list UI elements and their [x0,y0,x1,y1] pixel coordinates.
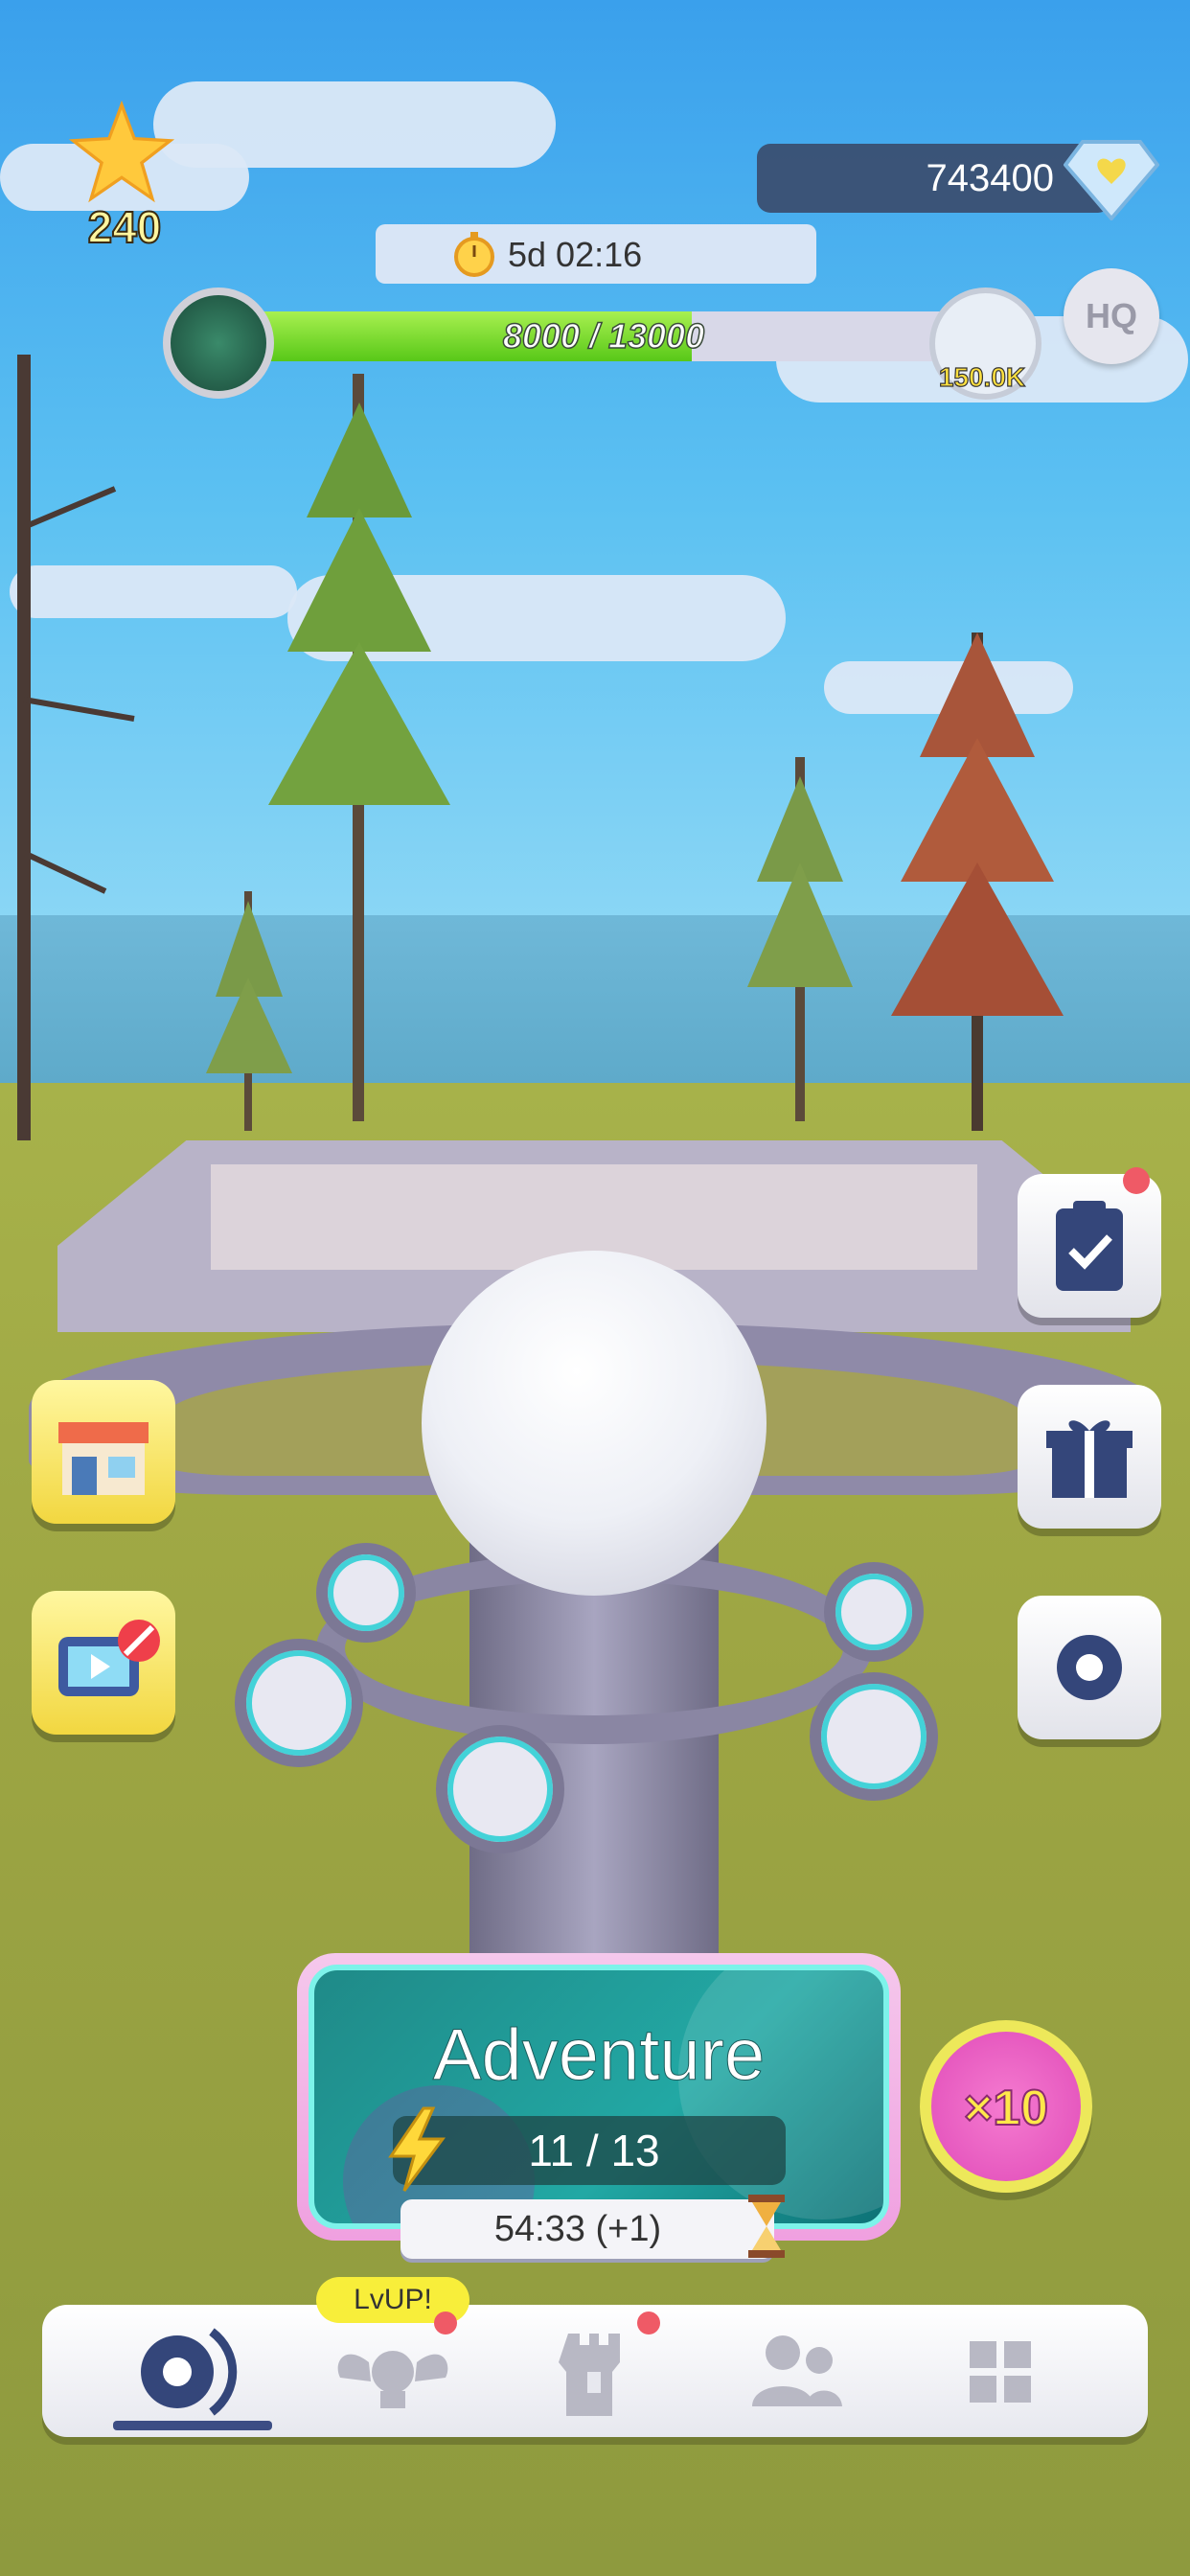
stopwatch-icon [454,232,494,277]
small-pine-tree [747,757,853,1121]
star-icon [69,101,174,203]
shop-button[interactable] [32,1380,175,1524]
cannon-icon [141,2328,238,2416]
upgrades-notification-dot [434,2312,457,2334]
diamond-icon [1064,140,1159,220]
energy-count: 11 / 13 [528,2126,660,2175]
white-orb [422,1251,767,1596]
gem-value: 743400 [926,157,1054,199]
friends-icon [752,2335,842,2406]
multiplier-x10-label: ×10 [963,2080,1049,2137]
cannon-lamp [436,1725,564,1853]
energy-regen-text: 54:33 (+1) [493,2209,662,2249]
lightning-bolt-icon [388,2106,446,2192]
gift-button[interactable] [1018,1385,1161,1529]
autumn-pine-tree [891,632,1064,1131]
nav-friends[interactable] [723,2314,867,2427]
star-count: 240 [87,201,163,253]
adventure-title: Adventure [432,2014,766,2097]
hq-button[interactable]: HQ [1064,268,1159,364]
watch-ad-button[interactable] [32,1591,175,1735]
quests-notification-dot [1123,1167,1150,1194]
target-icon [1057,1635,1122,1700]
nav-menu[interactable] [927,2314,1071,2427]
event-timer-text: 5d 02:16 [508,235,643,274]
cannon-lamp [810,1672,938,1801]
cannon-lamp [316,1543,416,1643]
bare-tree [17,355,135,1140]
scarab-emblem-icon[interactable] [163,288,274,399]
nav-active-indicator [113,2421,272,2430]
grid-menu-icon [970,2341,1031,2403]
xp-progress-text: 8000 / 13000 [502,315,705,356]
cannon-lamp [235,1639,363,1767]
quests-button[interactable] [1018,1174,1161,1318]
shop-icon [58,1422,149,1495]
castle-notification-dot [637,2312,660,2334]
tv-no-ads-icon [58,1620,160,1696]
nav-cannon[interactable] [120,2314,263,2427]
hourglass-icon [748,2195,785,2258]
clipboard-check-icon [1056,1201,1123,1291]
cannon-lamp [824,1562,924,1662]
gift-icon [1046,1420,1133,1498]
reward-amount: 150.0K [938,361,1026,392]
small-pine-tree [206,891,292,1131]
target-button[interactable] [1018,1596,1161,1739]
